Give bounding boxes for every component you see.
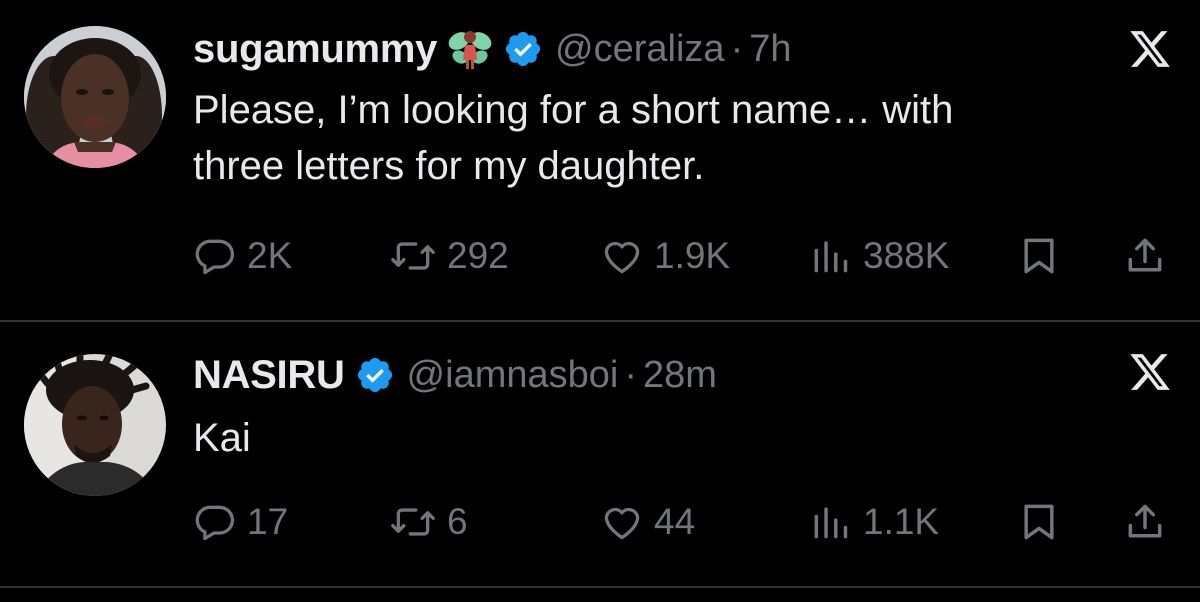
share-icon xyxy=(1128,504,1162,538)
avatar[interactable] xyxy=(24,26,166,168)
display-name[interactable]: NASIRU xyxy=(193,353,345,398)
verified-badge-icon xyxy=(503,29,543,69)
tweet-card[interactable]: sugamummy @ceraliza · 7h Please, I’m loo… xyxy=(0,0,1200,320)
share-button[interactable] xyxy=(1123,230,1167,282)
bookmark-button[interactable] xyxy=(1017,230,1061,282)
views-count: 1.1K xyxy=(863,501,940,542)
user-handle[interactable]: @iamnasboi xyxy=(407,354,619,397)
x-logo-icon xyxy=(1128,27,1172,71)
like-button[interactable]: 44 xyxy=(600,496,695,548)
tweet-text: Please, I’m looking for a short name… wi… xyxy=(193,82,1153,194)
timestamp[interactable]: 28m xyxy=(643,354,717,397)
reply-icon xyxy=(195,505,235,541)
timestamp[interactable]: 7h xyxy=(749,28,791,71)
share-icon xyxy=(1128,238,1162,272)
views-count: 388K xyxy=(863,235,950,276)
views-button[interactable]: 1.1K xyxy=(809,496,939,548)
reply-button[interactable]: 17 xyxy=(193,496,288,548)
repost-icon xyxy=(391,242,435,270)
action-bar: 2K 292 1.9K 388K xyxy=(193,230,1178,282)
like-count: 44 xyxy=(654,501,696,542)
bookmark-icon xyxy=(1024,238,1054,274)
reply-count: 2K xyxy=(247,235,293,276)
avatar-photo xyxy=(24,354,166,496)
tweet-text-line: three letters for my daughter. xyxy=(193,144,705,188)
separator-dot: · xyxy=(624,353,637,396)
reply-button[interactable]: 2K xyxy=(193,230,292,282)
heart-icon xyxy=(604,241,640,274)
display-name[interactable]: sugamummy xyxy=(193,27,437,72)
reply-icon xyxy=(195,239,235,275)
tweet-card[interactable]: NASIRU @iamnasboi · 28m Kai 17 6 44 1.1K xyxy=(0,320,1200,588)
bookmark-button[interactable] xyxy=(1017,496,1061,548)
repost-button[interactable]: 6 xyxy=(389,496,468,548)
tweet-divider xyxy=(0,586,1200,588)
user-handle[interactable]: @ceraliza xyxy=(555,28,725,71)
avatar[interactable] xyxy=(24,354,166,496)
separator-dot: · xyxy=(730,27,744,70)
views-button[interactable]: 388K xyxy=(809,230,949,282)
repost-icon xyxy=(391,508,435,536)
like-button[interactable]: 1.9K xyxy=(600,230,730,282)
tweet-text: Kai xyxy=(193,410,1153,466)
bookmark-icon xyxy=(1024,504,1054,540)
avatar-photo xyxy=(24,26,166,168)
share-button[interactable] xyxy=(1123,496,1167,548)
views-chart-icon xyxy=(814,507,848,539)
views-chart-icon xyxy=(814,241,848,273)
x-logo-icon xyxy=(1128,350,1172,394)
verified-badge-icon xyxy=(355,355,395,395)
fairy-emoji-icon xyxy=(447,26,493,72)
like-count: 1.9K xyxy=(654,235,731,276)
repost-count: 292 xyxy=(447,235,509,276)
tweet-header: NASIRU @iamnasboi · 28m xyxy=(193,350,717,400)
repost-button[interactable]: 292 xyxy=(389,230,509,282)
heart-icon xyxy=(604,507,640,540)
repost-count: 6 xyxy=(447,501,468,542)
tweet-text-line: Kai xyxy=(193,416,251,460)
reply-count: 17 xyxy=(247,501,289,542)
tweet-header: sugamummy @ceraliza · 7h xyxy=(193,24,792,74)
action-bar: 17 6 44 1.1K xyxy=(193,496,1178,548)
tweet-text-line: Please, I’m looking for a short name… wi… xyxy=(193,88,954,132)
